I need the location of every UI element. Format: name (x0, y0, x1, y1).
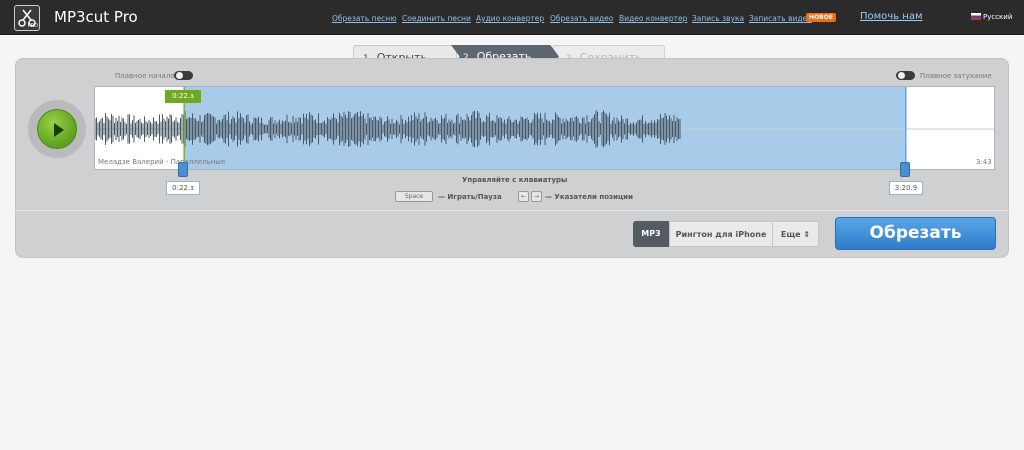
total-duration: 3:43 (976, 158, 992, 166)
playhead-time: 0:22.з (165, 90, 201, 103)
help-us-link[interactable]: Помочь нам (860, 11, 923, 22)
space-key-description: — Играть/Пауза (438, 193, 502, 201)
app-title: MP3cut Pro (54, 8, 138, 26)
start-handle[interactable] (178, 162, 188, 177)
space-key: Space (395, 191, 433, 202)
waveform[interactable] (94, 86, 995, 170)
nav-cut-song[interactable]: Обрезать песню (332, 14, 397, 24)
end-time-input[interactable]: 3:20.9 (889, 181, 923, 195)
format-more-dropdown[interactable]: Еще ⇕ (773, 221, 819, 247)
pro-badge: PRO (27, 23, 38, 29)
start-time-input[interactable]: 0:22.з (166, 181, 200, 195)
fade-out-label: Плавное затухание (920, 72, 992, 80)
cut-button[interactable]: Обрезать (835, 217, 996, 250)
language-selector[interactable]: Русский (971, 13, 1012, 23)
new-badge: НОВОЕ (806, 13, 836, 22)
nav-join-songs[interactable]: Соединить песни (402, 14, 471, 24)
play-button[interactable] (37, 109, 77, 149)
language-label: Русский (983, 13, 1013, 21)
keyboard-hint-title: Управляйте с клавиатуры (462, 176, 568, 184)
arrow-keys-description: — Указатели позиции (545, 193, 633, 201)
more-label: Еще (780, 230, 801, 239)
panel-divider (15, 210, 1009, 211)
nav-cut-video[interactable]: Обрезать видео (550, 14, 613, 24)
toggle-knob (176, 72, 183, 79)
nav-video-converter[interactable]: Видео конвертер (619, 14, 687, 24)
nav-audio-converter[interactable]: Аудио конвертер (476, 14, 544, 24)
app-logo[interactable]: PRO (14, 5, 40, 31)
nav-record-video[interactable]: Записать видео (749, 14, 812, 24)
track-name: Меладзе Валерий - Параллельные (98, 158, 226, 166)
top-bar: PRO MP3cut Pro Обрезать песню Соединить … (0, 0, 1024, 35)
waveform-graphic (95, 87, 994, 169)
left-arrow-key-icon: ← (518, 191, 529, 202)
russia-flag-icon (971, 13, 981, 20)
updown-chevron-icon: ⇕ (803, 230, 811, 239)
nav-record-audio[interactable]: Запись звука (692, 14, 744, 24)
fade-in-label: Плавное начало (115, 72, 175, 80)
end-handle[interactable] (900, 162, 910, 177)
format-iphone-ringtone-button[interactable]: Рингтон для iPhone (669, 221, 773, 247)
format-mp3-button[interactable]: MP3 (633, 221, 669, 247)
fade-in-toggle[interactable] (174, 71, 193, 80)
fade-out-toggle[interactable] (896, 71, 915, 80)
right-arrow-key-icon: → (531, 191, 542, 202)
toggle-knob (898, 72, 905, 79)
